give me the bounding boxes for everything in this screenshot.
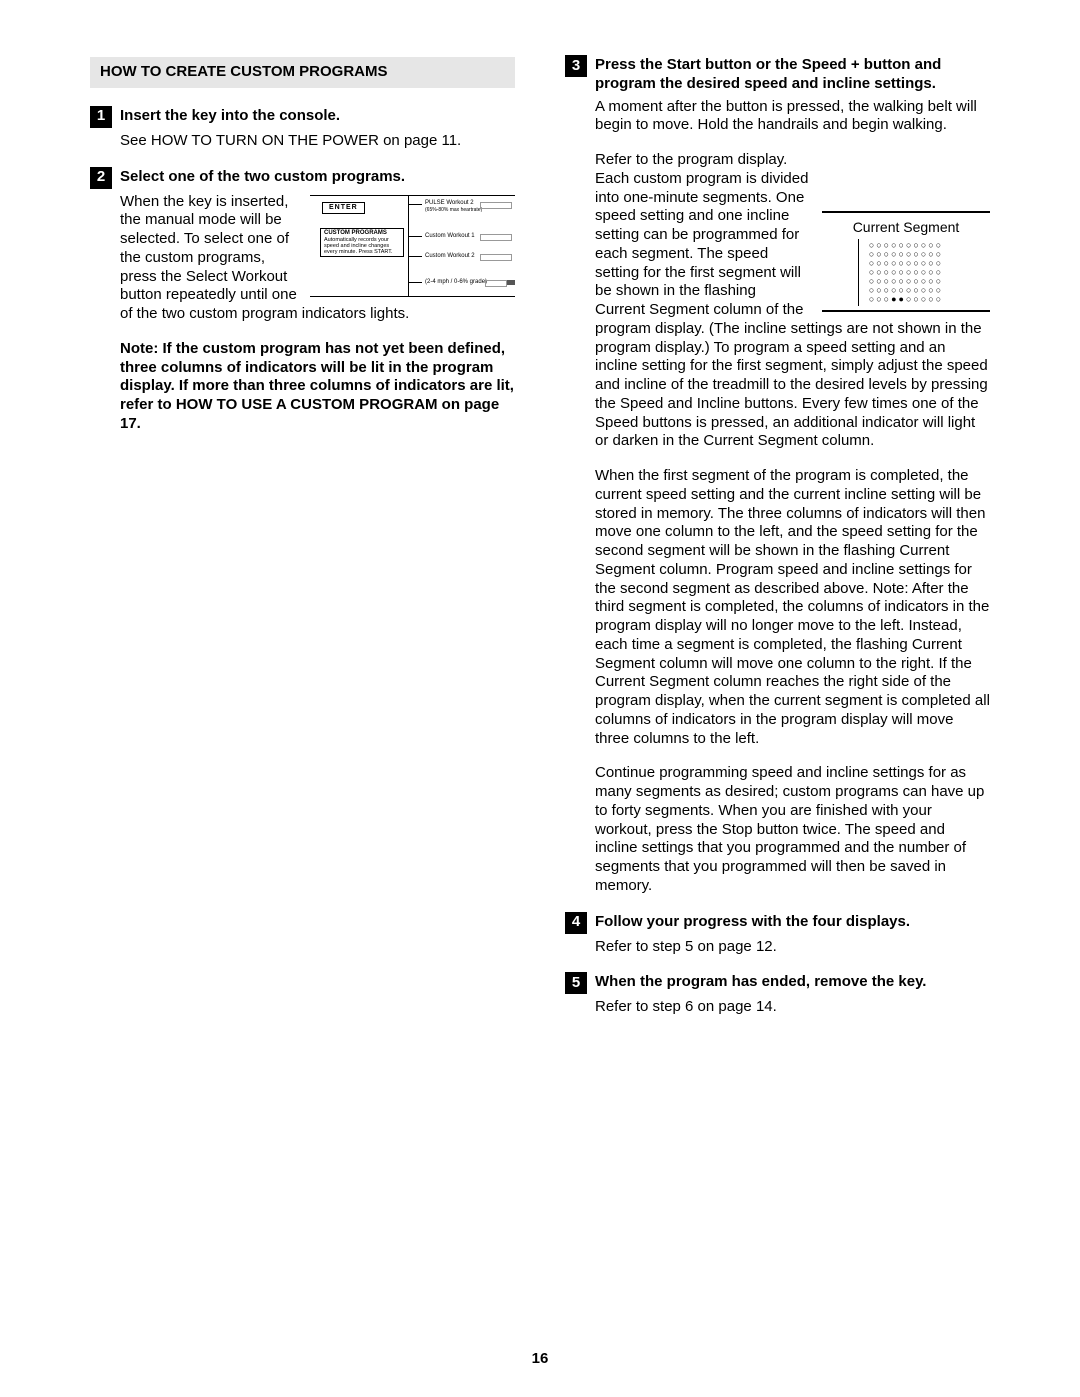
step-5: 5 When the program has ended, remove the… <box>565 972 990 1033</box>
step-5-title: When the program has ended, remove the k… <box>595 972 926 992</box>
step-3-title: Press the Start button or the Speed + bu… <box>595 55 990 94</box>
console-diagram: ENTER PULSE Workout 2 (65%-80% max heart… <box>310 195 515 297</box>
page-number: 16 <box>0 1350 1080 1369</box>
diag-enter-label: ENTER <box>322 202 365 215</box>
segment-diag-label: Current Segment <box>826 219 986 237</box>
diag-cp-title: CUSTOM PROGRAMS <box>324 230 400 238</box>
step-2-title: Select one of the two custom programs. <box>120 167 405 187</box>
diag-cp-body: Automatically records your speed and inc… <box>324 237 400 255</box>
content: HOW TO CREATE CUSTOM PROGRAMS 1 Insert t… <box>90 55 990 1040</box>
step-number-badge: 5 <box>565 972 587 994</box>
step-number-badge: 2 <box>90 167 112 189</box>
step-1-body: See HOW TO TURN ON THE POWER on page 11. <box>120 132 515 151</box>
step-number-badge: 1 <box>90 106 112 128</box>
manual-page: HOW TO CREATE CUSTOM PROGRAMS 1 Insert t… <box>0 0 1080 1397</box>
segment-dot-matrix: ○○○○○○○○○○ ○○○○○○○○○○ ○○○○○○○○○○ ○○○○○○○… <box>826 237 986 304</box>
diag-foot: (2-4 mph / 0-6% grade) <box>425 279 487 287</box>
step-number-badge: 4 <box>565 912 587 934</box>
section-heading: HOW TO CREATE CUSTOM PROGRAMS <box>90 57 515 88</box>
step-4-body: Refer to step 5 on page 12. <box>595 938 990 957</box>
step-4: 4 Follow your progress with the four dis… <box>565 912 990 973</box>
step-1: 1 Insert the key into the console. See H… <box>90 106 515 167</box>
step-5-body: Refer to step 6 on page 14. <box>595 998 990 1017</box>
step-3-p1: A moment after the button is pressed, th… <box>595 98 990 136</box>
step-2: 2 Select one of the two custom programs.… <box>90 167 515 450</box>
step-2-note: Note: If the custom program has not yet … <box>120 340 515 434</box>
step-3-p3: When the first segment of the program is… <box>595 467 990 748</box>
step-4-title: Follow your progress with the four displ… <box>595 912 910 932</box>
step-number-badge: 3 <box>565 55 587 77</box>
step-1-title: Insert the key into the console. <box>120 106 340 126</box>
diag-cw1: Custom Workout 1 <box>425 233 475 241</box>
segment-diagram: Current Segment ○○○○○○○○○○ ○○○○○○○○○○ ○○… <box>822 211 990 312</box>
diag-cw2: Custom Workout 2 <box>425 253 475 261</box>
diag-pulse-label: PULSE Workout 2 (65%-80% max heartrate) <box>425 200 482 215</box>
step-3: 3 Press the Start button or the Speed + … <box>565 55 990 912</box>
step-3-p4: Continue programming speed and incline s… <box>595 764 990 895</box>
